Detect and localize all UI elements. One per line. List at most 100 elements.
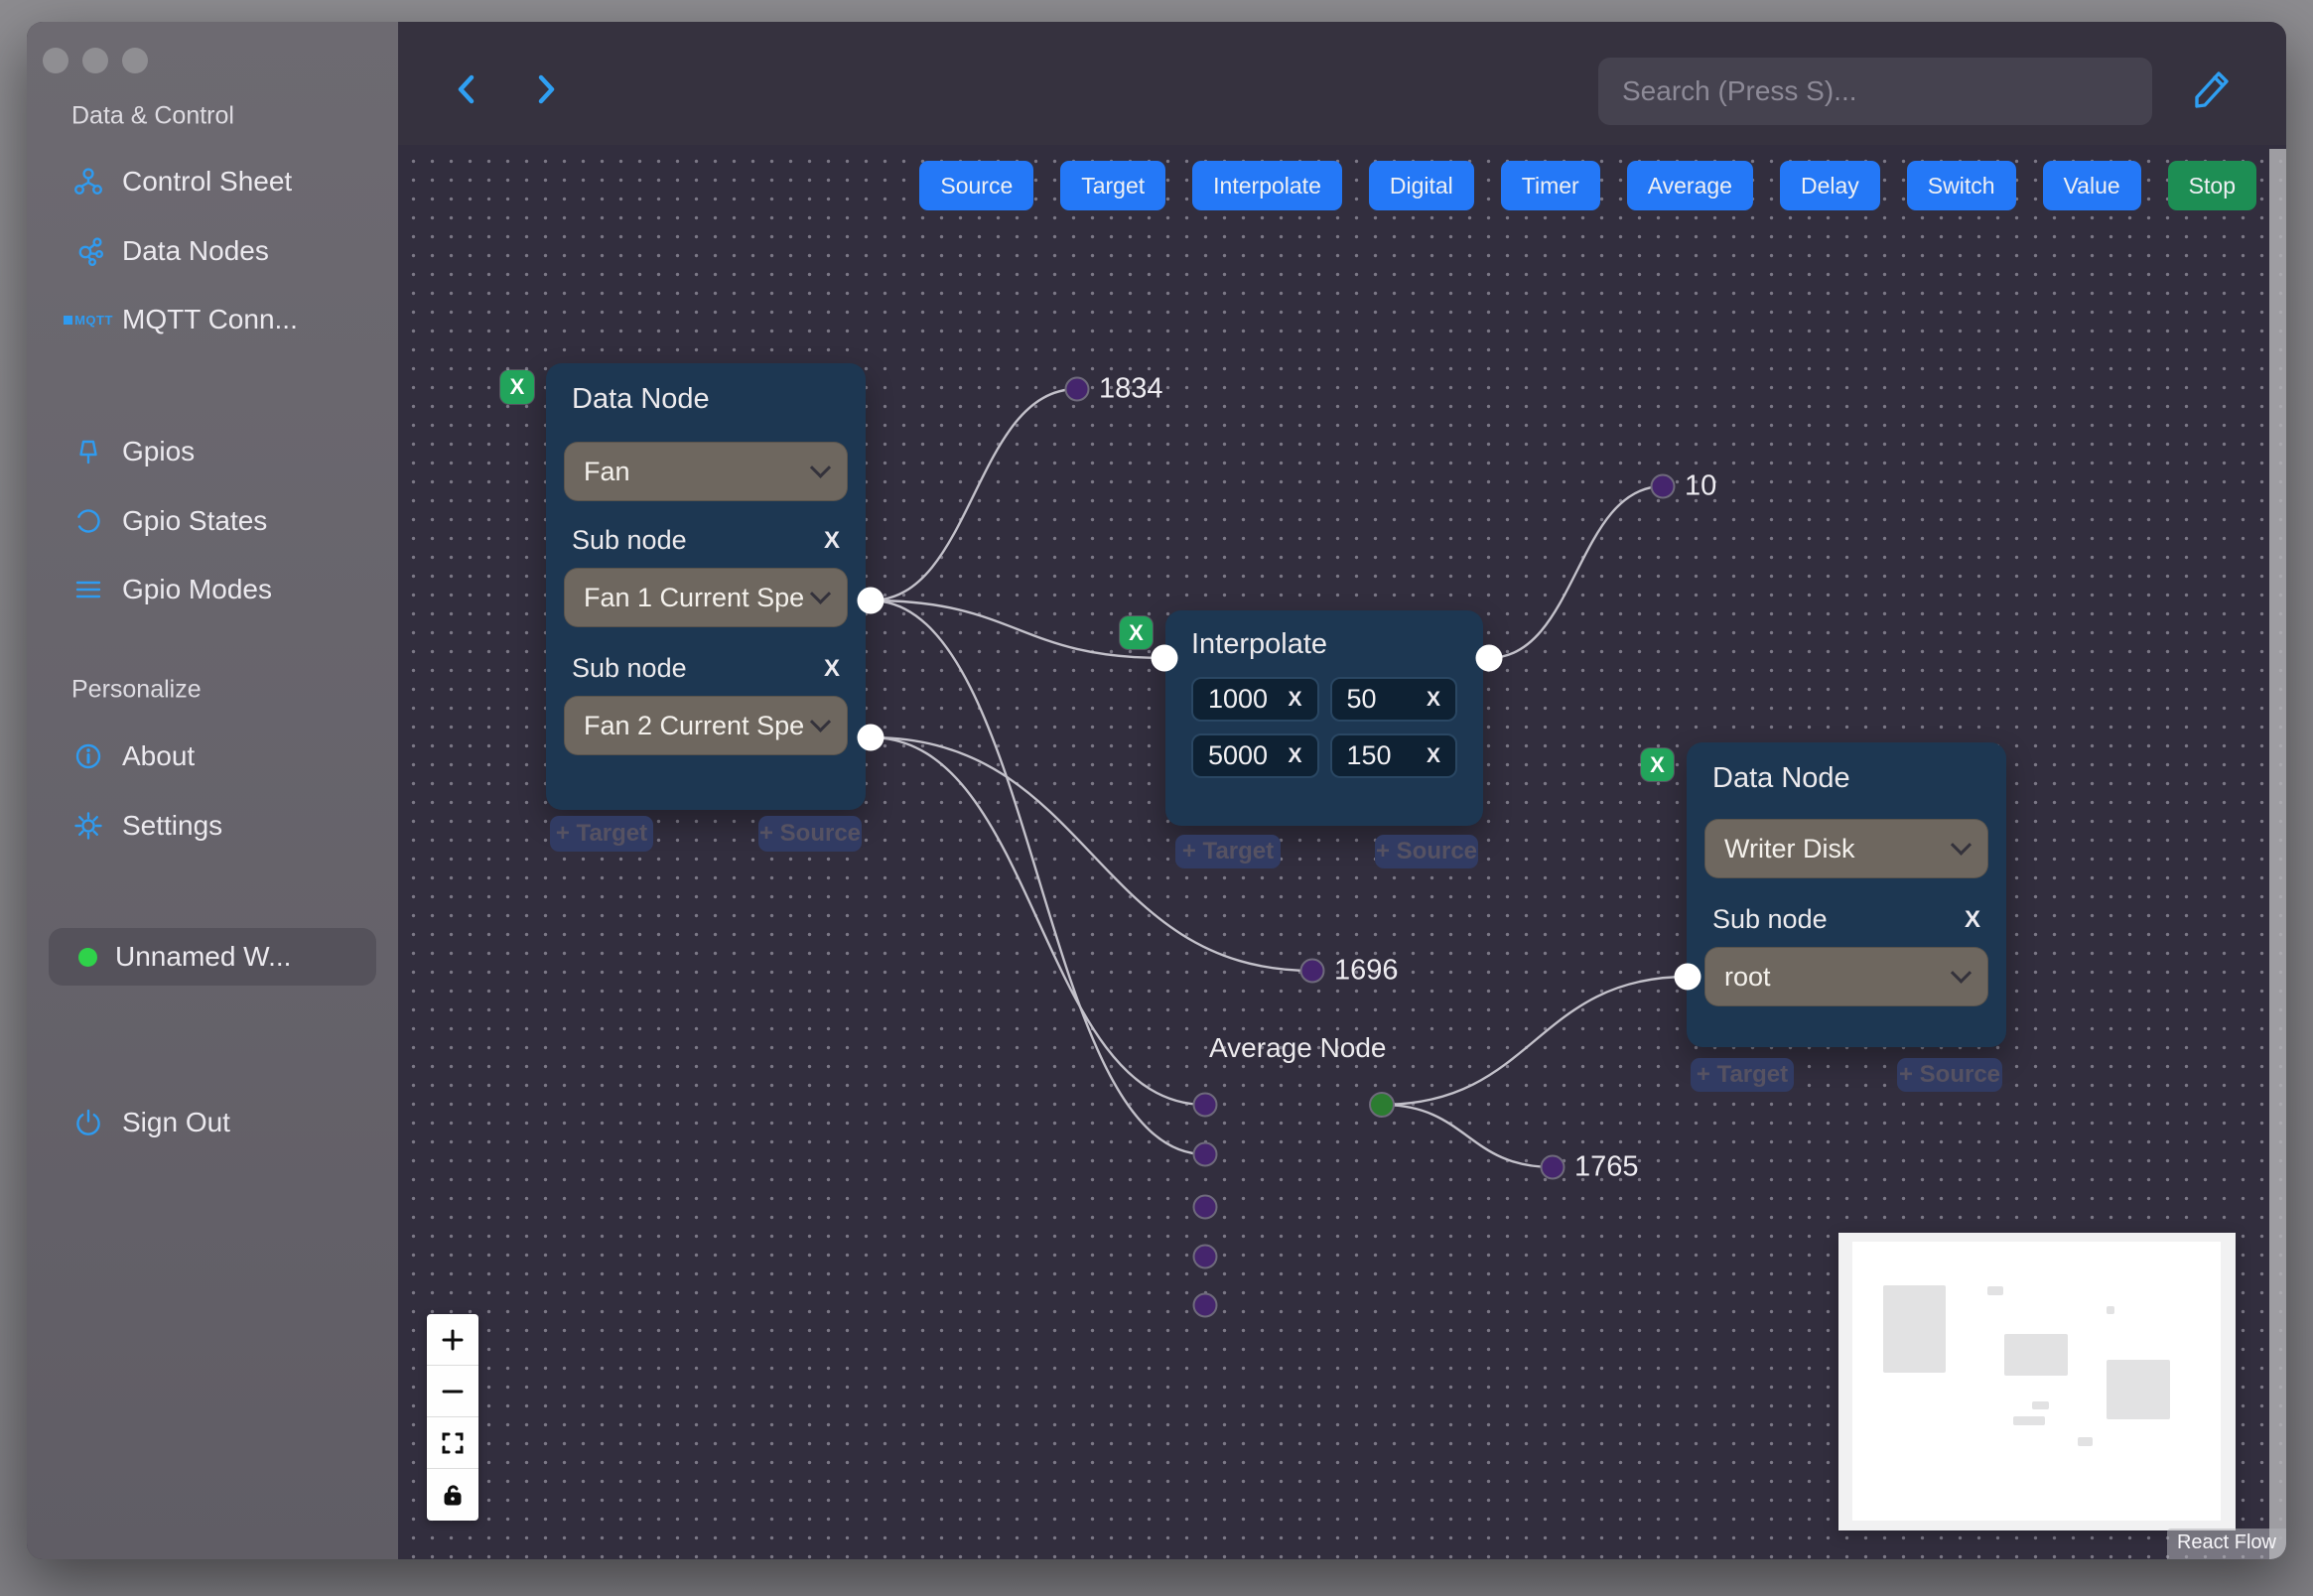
vertical-scrollbar[interactable] bbox=[2269, 149, 2286, 1559]
add-average-node-button[interactable]: Average bbox=[1626, 161, 1753, 210]
sidebar-item-about[interactable]: About bbox=[71, 739, 195, 773]
chevron-down-icon bbox=[1950, 962, 1973, 984]
average-node-title: Average Node bbox=[1209, 1032, 1387, 1063]
average-input-handle[interactable] bbox=[1192, 1141, 1218, 1167]
device-select[interactable]: Writer Disk bbox=[1704, 819, 1988, 878]
average-input-handle[interactable] bbox=[1192, 1292, 1218, 1318]
delete-node-button[interactable]: X bbox=[500, 370, 534, 404]
node-title: Data Node bbox=[572, 383, 710, 415]
sidebar-item-mqtt[interactable]: MQTT MQTT Conn... bbox=[64, 303, 298, 336]
remove-value-button[interactable]: X bbox=[1427, 689, 1440, 710]
pin-icon bbox=[71, 435, 105, 468]
window-zoom-button[interactable] bbox=[122, 48, 148, 73]
interpolate-node[interactable]: Interpolate 1000 X 50 X 5000 X 150 X bbox=[1165, 610, 1483, 826]
delete-node-button[interactable]: X bbox=[1641, 748, 1674, 781]
value-port[interactable] bbox=[1650, 473, 1676, 499]
remove-value-button[interactable]: X bbox=[1288, 689, 1301, 710]
value-port[interactable] bbox=[1064, 376, 1090, 402]
flow-canvas[interactable]: Source Target Interpolate Digital Timer … bbox=[398, 46, 2286, 1559]
interpolate-value-box[interactable]: 50 X bbox=[1329, 677, 1457, 722]
add-source-node-button[interactable]: Source bbox=[919, 161, 1034, 210]
node-toolbar: Source Target Interpolate Digital Timer … bbox=[919, 161, 2256, 210]
sidebar-item-label: MQTT Conn... bbox=[122, 304, 298, 334]
fit-view-button[interactable] bbox=[427, 1417, 478, 1469]
sub-node-select[interactable]: root bbox=[1704, 947, 1988, 1006]
delete-node-button[interactable]: X bbox=[1120, 616, 1153, 649]
edge-value-label: 1765 bbox=[1574, 1150, 1639, 1183]
average-input-handle[interactable] bbox=[1192, 1092, 1218, 1118]
target-handle-interpolate[interactable] bbox=[1151, 644, 1178, 672]
app-window: Data & Control Control Sheet Data Nodes … bbox=[27, 22, 2286, 1559]
average-input-handle[interactable] bbox=[1192, 1194, 1218, 1220]
zoom-out-button[interactable] bbox=[427, 1366, 478, 1417]
sidebar-item-gpios[interactable]: Gpios bbox=[71, 435, 195, 468]
sidebar-item-label: Gpio Modes bbox=[122, 574, 272, 604]
average-input-handle[interactable] bbox=[1192, 1244, 1218, 1269]
sidebar-item-settings[interactable]: Settings bbox=[71, 809, 222, 843]
source-handle-fan2[interactable] bbox=[857, 724, 884, 751]
add-switch-node-button[interactable]: Switch bbox=[1906, 161, 2016, 210]
remove-value-button[interactable]: X bbox=[1427, 745, 1440, 766]
sub-node-select-2[interactable]: Fan 2 Current Spe bbox=[564, 696, 848, 755]
zoom-in-button[interactable] bbox=[427, 1314, 478, 1366]
sub-node-row: Sub node X bbox=[572, 653, 840, 683]
source-handle-interpolate[interactable] bbox=[1475, 644, 1503, 672]
flow-controls bbox=[427, 1314, 478, 1521]
add-source-handle-button[interactable]: + Source bbox=[1897, 1058, 2002, 1092]
add-target-node-button[interactable]: Target bbox=[1060, 161, 1166, 210]
edge-value-label: 10 bbox=[1685, 469, 1717, 502]
sidebar-item-data-nodes[interactable]: Data Nodes bbox=[71, 234, 269, 268]
search-input[interactable] bbox=[1598, 58, 2152, 125]
window-controls bbox=[43, 48, 148, 73]
sidebar-item-label: Control Sheet bbox=[122, 166, 293, 197]
value-port[interactable] bbox=[1299, 958, 1325, 984]
sub-node-select-1[interactable]: Fan 1 Current Spe bbox=[564, 568, 848, 627]
add-value-node-button[interactable]: Value bbox=[2042, 161, 2141, 210]
add-target-handle-button[interactable]: + Target bbox=[1691, 1058, 1794, 1092]
value-port[interactable] bbox=[1540, 1154, 1565, 1180]
remove-sub-node-button[interactable]: X bbox=[1965, 907, 1980, 932]
back-button[interactable] bbox=[446, 67, 489, 111]
forward-button[interactable] bbox=[523, 67, 567, 111]
power-icon bbox=[71, 1106, 105, 1139]
sidebar-item-control-sheet[interactable]: Control Sheet bbox=[71, 165, 292, 199]
minimap-node bbox=[2013, 1416, 2045, 1425]
sidebar-item-sign-out[interactable]: Sign Out bbox=[71, 1106, 230, 1139]
remove-sub-node-button[interactable]: X bbox=[824, 656, 840, 681]
average-output-handle[interactable] bbox=[1369, 1092, 1395, 1118]
add-target-handle-button[interactable]: + Target bbox=[1175, 835, 1281, 868]
sidebar: Data & Control Control Sheet Data Nodes … bbox=[27, 22, 398, 1559]
add-timer-node-button[interactable]: Timer bbox=[1500, 161, 1600, 210]
device-select[interactable]: Fan bbox=[564, 442, 848, 501]
source-handle-fan1[interactable] bbox=[857, 587, 884, 614]
sidebar-item-gpio-modes[interactable]: Gpio Modes bbox=[71, 573, 272, 606]
sidebar-item-workflow-selected[interactable]: Unnamed W... bbox=[49, 928, 376, 986]
canvas-header bbox=[398, 46, 2286, 145]
sidebar-item-label: Settings bbox=[122, 810, 223, 841]
interpolate-value-box[interactable]: 1000 X bbox=[1191, 677, 1319, 722]
add-target-handle-button[interactable]: + Target bbox=[550, 816, 653, 852]
edge-interpolate-10 bbox=[1488, 484, 1664, 660]
add-source-handle-button[interactable]: + Source bbox=[758, 816, 862, 852]
edit-pencil-icon[interactable] bbox=[2185, 64, 2235, 118]
add-delay-node-button[interactable]: Delay bbox=[1779, 161, 1880, 210]
interpolate-value-box[interactable]: 150 X bbox=[1329, 733, 1457, 778]
edge-fan1-1834 bbox=[870, 387, 1078, 602]
minimap-node bbox=[2107, 1360, 2170, 1419]
stop-button[interactable]: Stop bbox=[2167, 161, 2256, 210]
target-handle-writer[interactable] bbox=[1674, 963, 1701, 991]
add-digital-node-button[interactable]: Digital bbox=[1368, 161, 1474, 210]
remove-sub-node-button[interactable]: X bbox=[824, 528, 840, 553]
remove-value-button[interactable]: X bbox=[1288, 745, 1301, 766]
interpolate-value-box[interactable]: 5000 X bbox=[1191, 733, 1319, 778]
sidebar-item-gpio-states[interactable]: Gpio States bbox=[71, 504, 267, 538]
lock-toggle-button[interactable] bbox=[427, 1469, 478, 1521]
data-node-fan[interactable]: Data Node Fan Sub node X Fan 1 Current S… bbox=[546, 363, 866, 810]
minimap-node bbox=[1987, 1286, 2003, 1295]
window-close-button[interactable] bbox=[43, 48, 68, 73]
data-node-writer-disk[interactable]: Data Node Writer Disk Sub node X root bbox=[1687, 742, 2006, 1047]
add-interpolate-node-button[interactable]: Interpolate bbox=[1192, 161, 1342, 210]
add-source-handle-button[interactable]: + Source bbox=[1375, 835, 1478, 868]
minimap[interactable] bbox=[1838, 1233, 2236, 1530]
window-minimize-button[interactable] bbox=[82, 48, 108, 73]
